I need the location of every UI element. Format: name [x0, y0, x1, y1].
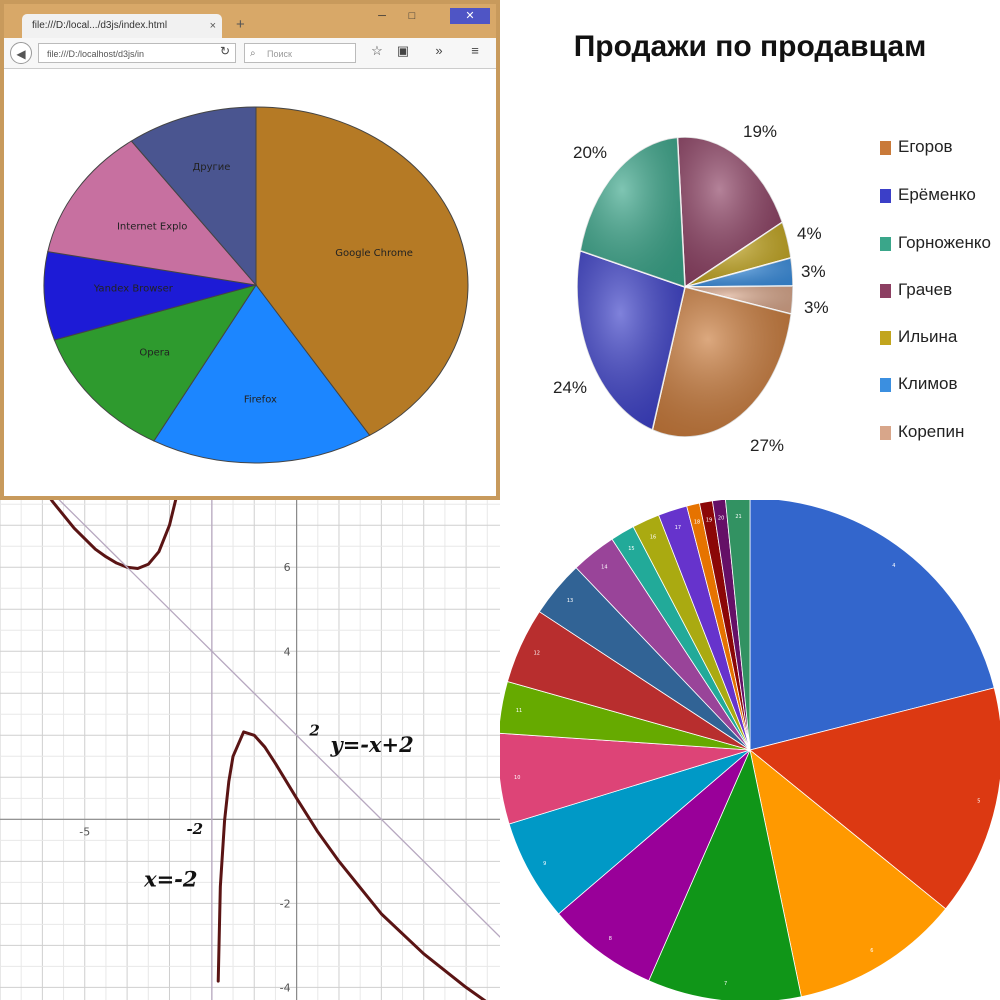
slice-label-5: 5	[977, 798, 980, 804]
legend-swatch	[880, 237, 891, 251]
percent-label-ильина: 4%	[797, 224, 822, 243]
browser-window: file:///D:/local.../d3js/index.html × + …	[0, 0, 500, 500]
legend-label: Грачев	[898, 280, 953, 299]
y-tick-label: -4	[280, 981, 291, 994]
search-icon: ⌕	[250, 48, 256, 59]
page-content: Google Chrome Firefox Opera Yandex Browser I…	[4, 69, 496, 496]
function-graph: -5 6 4 -2 -4 y=-x+2 x=-2 -2 2	[0, 500, 500, 1000]
grid	[0, 500, 500, 1000]
function-graph-panel: -5 6 4 -2 -4 y=-x+2 x=-2 -2 2	[0, 500, 500, 1000]
slice-label-16: 16	[650, 535, 656, 541]
slice-label-19: 19	[706, 517, 712, 523]
slice-label-8: 8	[609, 936, 612, 942]
slice-label-google-chrome: Google Chrome	[335, 248, 413, 259]
slice-label-15: 15	[628, 546, 634, 552]
slice-label-17: 17	[675, 525, 681, 531]
legend-label: Климов	[898, 374, 958, 393]
navigation-bar: ◀ file:///D:/localhost/d3js/in ↻ ⌕ Поиск…	[4, 38, 496, 69]
slice-label-4: 4	[892, 563, 895, 569]
arrow-left-icon[interactable]: ◀	[10, 42, 32, 64]
url-text: file:///D:/localhost/d3js/in	[47, 49, 145, 59]
legend-swatch	[880, 284, 891, 298]
legend-swatch	[880, 331, 891, 345]
curve-branch-right	[216, 730, 487, 1000]
sales-chart-panel: Продажи по продавцам Егоров Ерёменко Горно…	[500, 0, 1000, 500]
slice-label-internet-explo: Internet Explo	[117, 222, 187, 233]
url-bar[interactable]: file:///D:/localhost/d3js/in	[38, 43, 236, 63]
minimize-button[interactable]: ─	[370, 8, 394, 24]
y-tick-label: 6	[284, 561, 291, 574]
legend-swatch	[880, 378, 891, 392]
search-placeholder: Поиск	[267, 49, 292, 59]
slice-label-firefox: Firefox	[244, 394, 277, 405]
legend-label: Егоров	[898, 137, 953, 156]
slice-label-opera: Opera	[139, 347, 170, 358]
percent-label-климов: 3%	[801, 262, 826, 281]
y-tick-label: -2	[280, 897, 291, 910]
star-icon[interactable]: ☆	[368, 43, 386, 59]
slice-label-6: 6	[870, 948, 873, 954]
legend-label: Горноженко	[898, 233, 991, 252]
legend-label: Ерёменко	[898, 185, 976, 204]
annotation-y-two: 2	[308, 721, 319, 739]
percent-label-корепин: 3%	[804, 298, 829, 317]
percent-label-грачев: 19%	[743, 122, 778, 141]
y-tick-label: 4	[284, 645, 291, 658]
slice-label-18: 18	[694, 520, 700, 526]
legend-label: Ильина	[898, 327, 958, 346]
slice-label-13: 13	[567, 598, 573, 604]
slice-label-10: 10	[514, 775, 520, 781]
slice-label-yandex-browser: Yandex Browser	[93, 283, 174, 294]
percent-label-ерёменко: 24%	[553, 378, 588, 397]
tab-bar: file:///D:/local.../d3js/index.html × + …	[4, 4, 496, 38]
search-input[interactable]: ⌕ Поиск	[244, 43, 356, 63]
annotation-asymptote-equation: y=-x+2	[330, 732, 414, 757]
slice-label-14: 14	[601, 564, 607, 570]
reload-icon[interactable]: ↻	[216, 44, 234, 58]
browser-share-pie-chart: Google Chrome Firefox Opera Yandex Browser I…	[43, 106, 469, 464]
slice-label-другие: Другие	[192, 162, 230, 173]
annotation-x-minus-two: -2	[186, 820, 203, 838]
new-tab-button[interactable]: +	[236, 16, 245, 33]
legend-swatch	[880, 189, 891, 203]
slice-label-20: 20	[718, 515, 724, 521]
legend-label: Корепин	[898, 422, 965, 441]
slice-label-12: 12	[534, 651, 540, 657]
legend-swatch	[880, 141, 891, 155]
hamburger-menu-icon[interactable]: ≡	[466, 43, 484, 58]
browser-tab[interactable]: file:///D:/local.../d3js/index.html ×	[22, 14, 222, 38]
annotation-vertical-asymptote: x=-2	[143, 867, 197, 892]
tab-title: file:///D:/local.../d3js/index.html	[32, 20, 168, 31]
curve-branch-left	[49, 500, 178, 570]
bookmarks-icon[interactable]: ▣	[394, 43, 412, 59]
multicolor-pie-panel: 4 5 6 7 8 9 10 11 12 13 14 15 16 17 18 19 20 21	[500, 500, 1000, 1000]
x-tick-label: -5	[79, 825, 90, 838]
slice-label-21: 21	[735, 514, 741, 520]
percent-label-горноженко: 20%	[573, 143, 608, 162]
slice-label-11: 11	[516, 708, 522, 714]
slice-label-7: 7	[724, 981, 727, 987]
close-icon[interactable]: ×	[210, 14, 216, 38]
window-close-button[interactable]: ✕	[450, 8, 490, 24]
percent-label-егоров: 27%	[750, 436, 785, 455]
multicolor-pie-chart: 4 5 6 7 8 9 10 11 12 13 14 15 16 17 18 19 20 21	[500, 500, 1000, 1000]
double-chevron-icon[interactable]: »	[430, 43, 448, 58]
maximize-button[interactable]: □	[400, 8, 424, 24]
legend-swatch	[880, 426, 891, 440]
slice-label-9: 9	[543, 861, 546, 867]
